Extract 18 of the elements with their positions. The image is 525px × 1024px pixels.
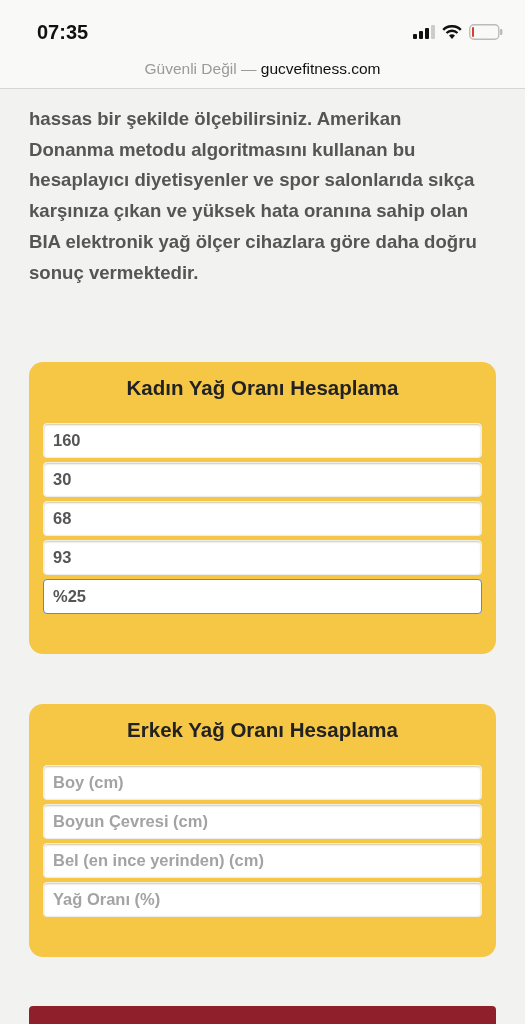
input-field[interactable]: %25 <box>43 579 482 615</box>
security-label: Güvenli Değil — <box>144 60 257 77</box>
calculator-title: Erkek Yağ Oranı Hesaplama <box>126 718 399 743</box>
input-field[interactable]: Boyun Çevresi (cm) <box>43 804 482 840</box>
calculator-title: Kadın Yağ Oranı Hesaplama <box>125 376 400 401</box>
url-domain[interactable]: gucvefitness.com <box>260 60 381 77</box>
input-field[interactable]: 30 <box>43 462 482 498</box>
signal-icon <box>413 25 435 39</box>
input-field[interactable]: Bel (en ince yerinden) (cm) <box>43 843 482 879</box>
status-time: 07:35 <box>37 20 89 44</box>
wifi-icon <box>442 24 462 40</box>
input-field[interactable]: 93 <box>43 540 482 576</box>
intro-paragraph: hassas bir şekilde ölçebilirsiniz. Amerikan Donanma metodu algoritmasını kullanan bu hesaplayıcı diyetisyenler ve spor salonlarıda sıkça karşınıza çıkan ve yüksek hata oranına sahip olan BIA elektronik yağ ölçer cihazlara göre daha doğru sonuç vermektedir. <box>29 107 478 285</box>
input-field[interactable]: Yağ Oranı (%) <box>43 882 482 918</box>
input-field[interactable]: Boy (cm) <box>43 765 482 801</box>
input-field[interactable]: 68 <box>43 501 482 537</box>
input-field[interactable]: 160 <box>43 423 482 459</box>
battery-icon <box>469 24 503 40</box>
